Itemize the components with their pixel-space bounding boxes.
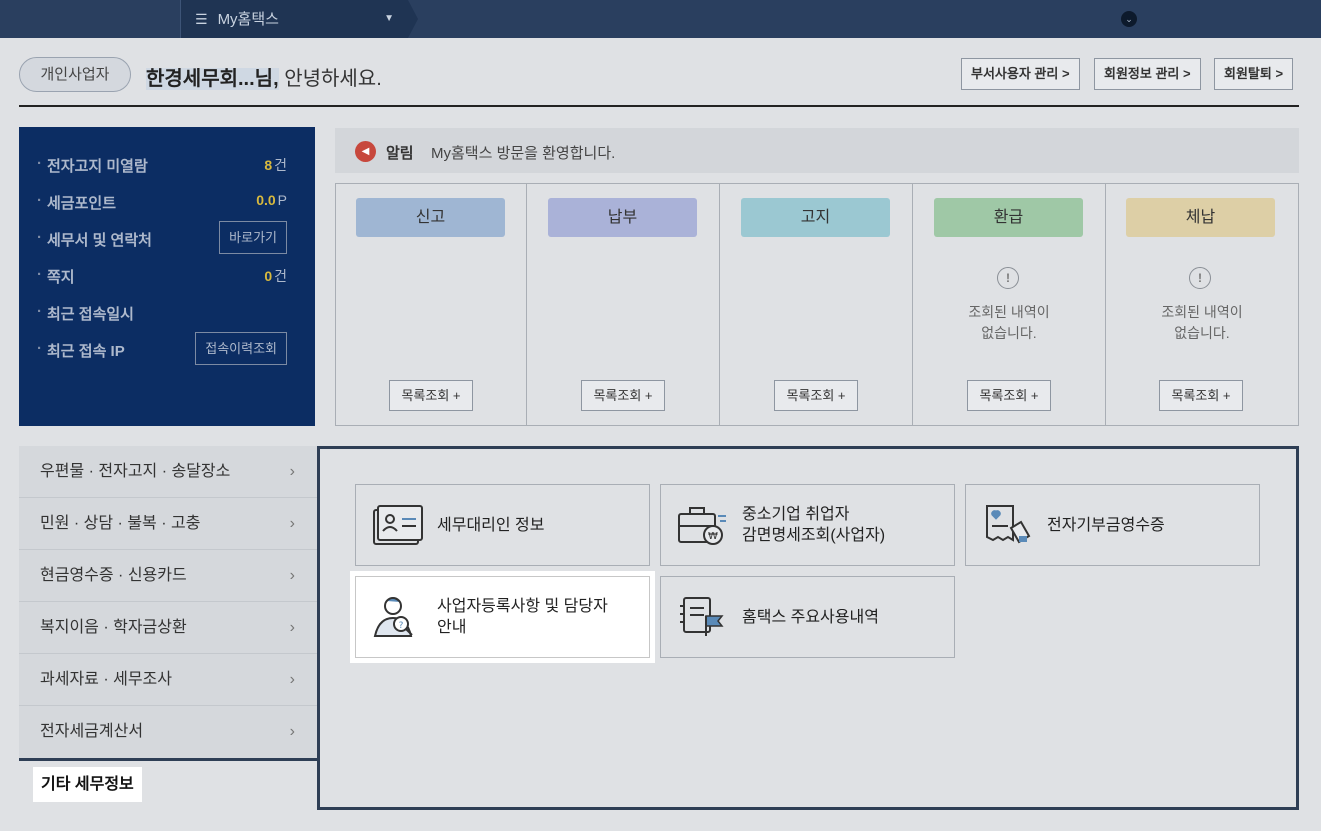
chevron-right-icon: ›	[289, 671, 295, 688]
status-column-report: 신고 목록조회 +	[336, 184, 527, 425]
menu-label: My홈택스	[217, 11, 279, 28]
megaphone-icon: ◀	[355, 141, 376, 162]
other-tax-info-label[interactable]: 기타 세무정보	[33, 767, 142, 802]
svg-text:?: ?	[399, 621, 404, 631]
card-label: 세무대리인 정보	[437, 516, 545, 534]
chevron-right-icon: ›	[289, 567, 295, 584]
office-label: 세무서 및 연락처	[37, 229, 152, 250]
chevron-down-icon[interactable]: ⌄	[1121, 11, 1137, 27]
card-sme-employee-reduction[interactable]: ₩ 중소기업 취업자 감면명세조회(사업자)	[660, 484, 955, 566]
document-flag-icon	[680, 597, 724, 636]
last-login-label: 최근 접속일시	[37, 303, 134, 324]
card-hometax-usage[interactable]: 홈택스 주요사용내역	[660, 576, 955, 658]
empty-message: 조회된 내역이 없습니다.	[1161, 304, 1243, 341]
menu-item-e-invoice[interactable]: 전자세금계산서 ›	[19, 706, 317, 758]
top-bar: ☰ My홈택스 ▼ ⌄	[0, 0, 1321, 38]
menu-item-label: 민원 · 상담 · 불복 · 고충	[40, 515, 201, 532]
card-donation-receipt[interactable]: 전자기부금영수증	[965, 484, 1260, 566]
my-hometax-menu[interactable]: ☰ My홈택스 ▼	[180, 0, 408, 38]
status-column-refund: 환급 ! 조회된 내역이 없습니다. 목록조회 +	[913, 184, 1106, 425]
menu-arrow-decoration	[408, 0, 418, 38]
tax-points-row: 세금포인트 0.0P	[19, 186, 315, 216]
last-ip-row: 최근 접속 IP 접속이력조회	[19, 332, 315, 365]
account-info-panel: 전자고지 미열람 8건 세금포인트 0.0P 세무서 및 연락처 바로가기 쪽지…	[19, 127, 315, 426]
unread-count[interactable]: 8	[264, 157, 272, 173]
menu-item-civil-appeal[interactable]: 민원 · 상담 · 불복 · 고충 ›	[19, 498, 317, 550]
chevron-right-icon: ›	[289, 619, 295, 636]
card-label: 중소기업 취업자 감면명세조회(사업자)	[742, 506, 886, 544]
unit: 건	[274, 268, 287, 284]
status-column-notice: 고지 목록조회 +	[720, 184, 913, 425]
card-label: 홈택스 주요사용내역	[742, 608, 879, 626]
empty-message: 조회된 내역이 없습니다.	[968, 304, 1050, 341]
briefcase-won-icon: ₩	[678, 507, 726, 545]
other-tax-info-panel: 세무대리인 정보 ₩ 중소기업 취업자 감면명세조회(사업자) 전자기부금영수증	[317, 446, 1299, 810]
donation-receipt-icon	[986, 505, 1031, 544]
unit: P	[277, 192, 287, 208]
points-label: 세금포인트	[37, 192, 116, 213]
card-label: 사업자등록사항 및 담당자 안내	[437, 598, 608, 636]
tax-office-row: 세무서 및 연락처 바로가기	[19, 221, 315, 254]
menu-item-cash-receipt[interactable]: 현금영수증 · 신용카드 ›	[19, 550, 317, 602]
points-value[interactable]: 0.0	[256, 192, 275, 208]
menu-item-label: 복지이음 · 학자금상환	[40, 619, 187, 636]
list-view-button[interactable]: 목록조회 +	[774, 380, 858, 411]
tax-agent-id-card-icon	[373, 505, 423, 545]
chevron-right-icon: ›	[289, 463, 295, 480]
menu-item-tax-data[interactable]: 과세자료 · 세무조사 ›	[19, 654, 317, 706]
menu-item-welfare-loan[interactable]: 복지이음 · 학자금상환 ›	[19, 602, 317, 654]
column-title[interactable]: 고지	[741, 198, 890, 237]
notice-title: 알림	[386, 145, 414, 162]
column-title[interactable]: 납부	[548, 198, 697, 237]
status-columns: 신고 목록조회 + 납부 목록조회 + 고지 목록조회 + 환급 ! 조회된 내…	[335, 183, 1299, 426]
left-menu: 우편물 · 전자고지 · 송달장소 › 민원 · 상담 · 불복 · 고충 › 현금…	[19, 446, 320, 761]
notice-text: My홈택스 방문을 환영합니다.	[431, 145, 616, 162]
list-view-button[interactable]: 목록조회 +	[389, 380, 473, 411]
chevron-right-icon: ›	[289, 723, 295, 740]
hamburger-icon: ☰	[195, 11, 208, 27]
withdraw-button[interactable]: 회원탈퇴 >	[1214, 58, 1294, 90]
memo-count[interactable]: 0	[264, 268, 272, 284]
login-history-button[interactable]: 접속이력조회	[195, 332, 287, 365]
notice-bar: ◀ 알림 My홈택스 방문을 환영합니다.	[335, 128, 1299, 173]
member-info-manage-button[interactable]: 회원정보 관리 >	[1094, 58, 1201, 90]
list-view-button[interactable]: 목록조회 +	[581, 380, 665, 411]
status-column-payment: 납부 목록조회 +	[527, 184, 720, 425]
unread-label: 전자고지 미열람	[37, 155, 148, 176]
menu-item-label: 우편물 · 전자고지 · 송달장소	[40, 463, 231, 480]
chevron-right-icon: ›	[289, 515, 295, 532]
dept-user-manage-button[interactable]: 부서사용자 관리 >	[961, 58, 1080, 90]
menu-item-mail-notice[interactable]: 우편물 · 전자고지 · 송달장소 ›	[19, 446, 317, 498]
list-view-button[interactable]: 목록조회 +	[1159, 380, 1243, 411]
exclamation-icon: !	[1189, 267, 1211, 289]
last-ip-label: 최근 접속 IP	[37, 340, 125, 361]
memo-label: 쪽지	[37, 266, 74, 287]
column-title[interactable]: 체납	[1126, 198, 1275, 237]
header-divider	[19, 105, 1299, 107]
svg-text:₩: ₩	[708, 531, 718, 542]
menu-item-label: 현금영수증 · 신용카드	[40, 567, 187, 584]
list-view-button[interactable]: 목록조회 +	[967, 380, 1051, 411]
greeting-suffix: 안녕하세요.	[278, 68, 382, 90]
card-label: 전자기부금영수증	[1047, 516, 1165, 534]
column-title[interactable]: 환급	[934, 198, 1083, 237]
menu-item-label: 과세자료 · 세무조사	[40, 671, 172, 688]
unit: 건	[274, 157, 287, 173]
user-type-badge: 개인사업자	[19, 57, 131, 92]
caret-down-icon: ▼	[384, 13, 394, 24]
person-search-icon: ?	[373, 597, 413, 637]
last-login-row: 최근 접속일시	[19, 297, 315, 327]
memo-row: 쪽지 0건	[19, 260, 315, 290]
card-tax-agent[interactable]: 세무대리인 정보	[355, 484, 650, 566]
status-column-delinquency: 체납 ! 조회된 내역이 없습니다. 목록조회 +	[1106, 184, 1298, 425]
greeting-text: 한경세무회...님, 안녕하세요.	[146, 62, 382, 91]
exclamation-icon: !	[997, 267, 1019, 289]
menu-item-label: 전자세금계산서	[40, 723, 144, 740]
shortcut-button[interactable]: 바로가기	[219, 221, 287, 254]
user-name: 한경세무회...님,	[146, 68, 279, 90]
column-title[interactable]: 신고	[356, 198, 505, 237]
unread-notice-row[interactable]: 전자고지 미열람 8건	[19, 149, 315, 179]
card-business-registration[interactable]: ? 사업자등록사항 및 담당자 안내	[355, 576, 650, 658]
